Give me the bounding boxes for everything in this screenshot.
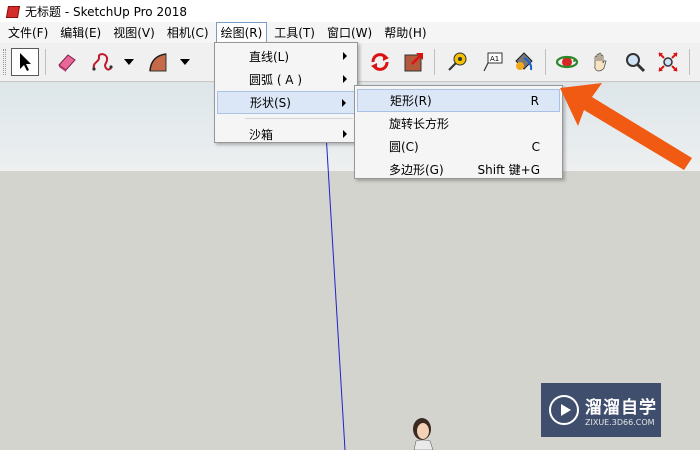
menu-item-label: 旋转长方形 [389,117,450,131]
menu-file[interactable]: 文件(F) [3,22,53,43]
freehand-dropdown-icon[interactable] [124,59,134,65]
menu-view[interactable]: 视图(V) [108,22,160,43]
paint-bucket-icon[interactable] [510,48,538,76]
draw-menu-dropdown: 直线(L) 圆弧 ( A ) 形状(S) 沙箱 [214,42,358,143]
freehand-line-icon[interactable] [88,48,116,76]
menu-item-shapes[interactable]: 形状(S) [217,91,355,114]
menu-item-circle[interactable]: 圆(C) C [357,135,560,158]
menu-item-polygon[interactable]: 多边形(G) Shift 键+G [357,158,560,181]
menu-item-label: 多边形(G) [389,163,444,177]
menu-separator [245,118,353,119]
menu-item-line[interactable]: 直线(L) [217,45,355,68]
menu-bar: 文件(F) 编辑(E) 视图(V) 相机(C) 绘图(R) 工具(T) 窗口(W… [0,22,700,43]
pan-hand-icon[interactable] [587,48,615,76]
toolbar-separator [45,49,46,75]
person-figure-icon [413,418,434,450]
menu-item-label: 圆弧 ( A ) [249,73,303,87]
watermark-title: 溜溜自学 [585,398,657,418]
menu-edit[interactable]: 编辑(E) [55,22,106,43]
menu-help[interactable]: 帮助(H) [379,22,431,43]
window-title: 无标题 - SketchUp Pro 2018 [25,4,187,19]
menu-window[interactable]: 窗口(W) [322,22,377,43]
orbit-icon[interactable] [553,48,581,76]
menu-item-shortcut: C [531,139,540,154]
menu-draw[interactable]: 绘图(R) [215,22,268,43]
svg-text:A1: A1 [490,55,499,63]
menu-item-label: 沙箱 [249,128,274,142]
menu-item-label: 形状(S) [250,96,291,110]
pointer-arrow-annotation [560,83,692,170]
menu-item-arc[interactable]: 圆弧 ( A ) [217,68,355,91]
title-bar: 无标题 - SketchUp Pro 2018 [0,0,700,22]
zoom-icon[interactable] [621,48,649,76]
menu-item-shortcut: R [530,93,539,108]
toolbar-separator [434,49,435,75]
sketchup-app-icon [6,4,20,18]
menu-camera[interactable]: 相机(C) [162,22,214,43]
menu-tools[interactable]: 工具(T) [269,22,320,43]
menu-item-sandbox[interactable]: 沙箱 [217,123,355,146]
menu-item-rotated-rectangle[interactable]: 旋转长方形 [357,112,560,135]
rotate-icon[interactable] [366,48,394,76]
play-logo-icon [549,395,579,425]
shapes-submenu: 矩形(R) R 旋转长方形 圆(C) C 多边形(G) Shift 键+G [354,85,563,179]
scale-icon[interactable] [400,48,428,76]
watermark-url: ZIXUE.3D66.COM [585,418,655,427]
submenu-arrow-icon [343,75,347,83]
select-arrow-icon[interactable] [11,48,39,76]
zoom-extents-icon[interactable] [654,48,682,76]
submenu-arrow-icon [343,130,347,138]
arc-dropdown-icon[interactable] [180,59,190,65]
menu-item-label: 圆(C) [389,140,419,154]
arc-icon[interactable] [144,48,172,76]
eraser-icon[interactable] [53,48,81,76]
submenu-arrow-icon [343,52,347,60]
toolbar-separator [689,49,690,75]
text-label-icon[interactable]: A1 [478,48,506,76]
menu-item-label: 矩形(R) [390,94,432,108]
menu-item-rectangle[interactable]: 矩形(R) R [357,89,560,112]
tape-measure-icon[interactable] [443,48,471,76]
submenu-arrow-icon [342,99,346,107]
watermark: 溜溜自学 ZIXUE.3D66.COM [541,383,661,437]
toolbar-separator [545,49,546,75]
toolbar-grip[interactable] [3,49,6,75]
menu-item-shortcut: Shift 键+G [477,163,540,177]
menu-item-label: 直线(L) [249,50,290,64]
